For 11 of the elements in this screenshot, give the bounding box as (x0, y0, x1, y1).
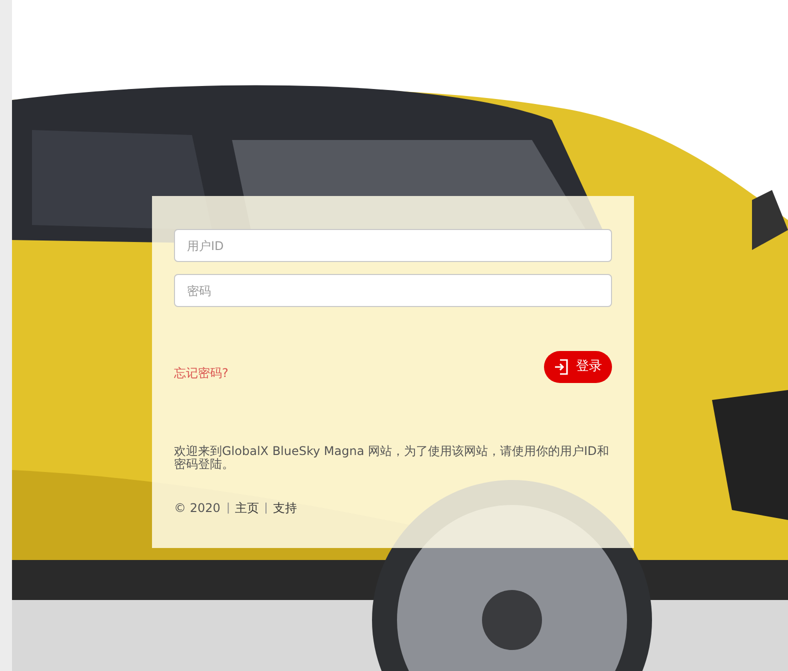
separator: | (264, 500, 268, 516)
password-field[interactable]: 密码 (174, 274, 612, 307)
separator: | (226, 500, 230, 516)
copyright-text: © 2020 (174, 500, 220, 517)
user-id-field[interactable]: 用户ID (174, 229, 612, 262)
footer-link[interactable]: 主页 (235, 499, 260, 517)
footer-link[interactable]: 支持 (272, 499, 297, 517)
welcome-text: 欢迎来到GlobalX BlueSky Magna 网站，为了使用该网站，请使用你的用户ID和密码登陆。 (174, 445, 610, 471)
login-icon (554, 359, 568, 375)
forgot-password-link[interactable]: 忘记密码? (174, 364, 228, 382)
login-button[interactable]: 登录 (544, 351, 612, 383)
